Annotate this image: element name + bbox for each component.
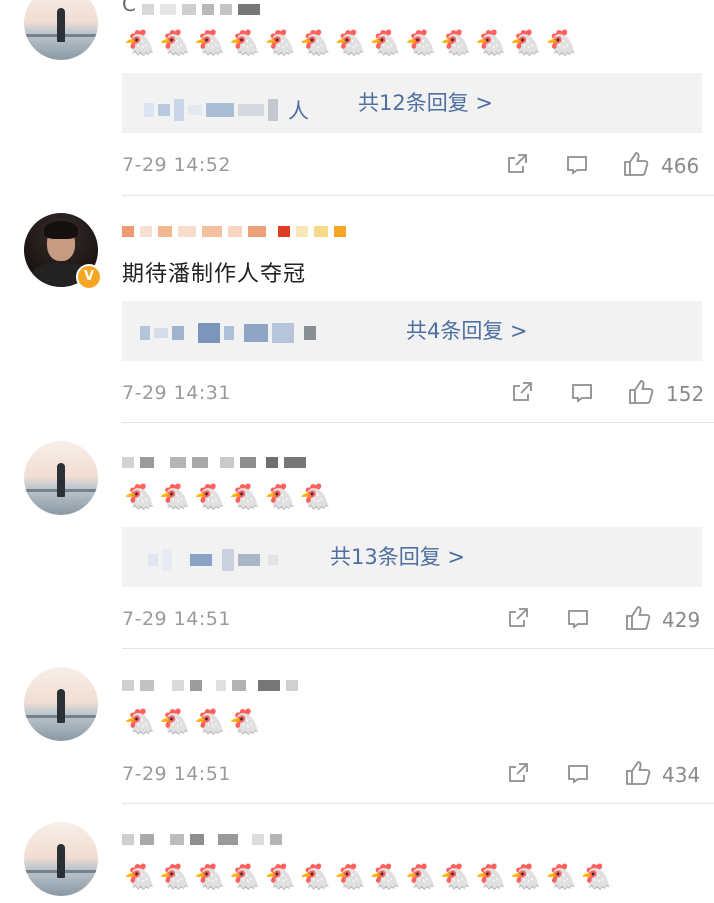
verified-badge-icon: V [76, 264, 102, 290]
timestamp: 7-29 14:52 [122, 154, 231, 176]
comment-icon[interactable] [565, 153, 589, 177]
reply-summary[interactable]: 人 共12条回复 > [122, 73, 702, 133]
divider [122, 422, 714, 423]
divider [122, 648, 714, 649]
username-blurred[interactable]: C [122, 0, 260, 18]
share-icon[interactable] [506, 606, 530, 630]
comment-icon[interactable] [566, 762, 590, 786]
like-icon[interactable] [624, 604, 652, 632]
like-icon[interactable] [624, 759, 652, 787]
like-icon[interactable] [627, 378, 655, 406]
comment-emoji-text: 🐔🐔🐔🐔 [124, 707, 265, 736]
avatar[interactable] [24, 822, 98, 896]
comment-emoji-text: 🐔🐔🐔🐔🐔🐔🐔🐔🐔🐔🐔🐔🐔🐔 [124, 862, 616, 891]
divider [122, 195, 714, 196]
timestamp: 7-29 14:51 [122, 608, 231, 630]
like-count: 466 [661, 154, 700, 178]
share-icon[interactable] [505, 152, 529, 176]
like-count: 429 [662, 608, 701, 632]
reply-summary[interactable]: 共13条回复 > [122, 527, 702, 587]
username-text: C [122, 0, 136, 16]
comment-emoji-text: 🐔🐔🐔🐔🐔🐔 [124, 482, 335, 511]
username-blurred[interactable] [122, 453, 306, 471]
reply-prefix-text: 人 [288, 99, 309, 123]
comment-text: 期待潘制作人夺冠 [122, 262, 307, 287]
username-blurred[interactable] [122, 830, 282, 848]
comment-icon[interactable] [570, 381, 594, 405]
username-blurred[interactable] [122, 222, 346, 240]
like-count: 434 [662, 763, 701, 787]
view-replies-link[interactable]: 共12条回复 > [358, 87, 493, 117]
avatar[interactable] [24, 667, 98, 741]
reply-summary[interactable]: 共4条回复 > [122, 301, 702, 361]
comment-icon[interactable] [566, 607, 590, 631]
share-icon[interactable] [506, 761, 530, 785]
avatar[interactable] [24, 441, 98, 515]
share-icon[interactable] [510, 380, 534, 404]
like-icon[interactable] [622, 150, 650, 178]
username-blurred[interactable] [122, 676, 298, 694]
divider [122, 803, 714, 804]
comment-emoji-text: 🐔🐔🐔🐔🐔🐔🐔🐔🐔🐔🐔🐔🐔 [124, 28, 581, 57]
view-replies-link[interactable]: 共4条回复 > [406, 315, 528, 345]
timestamp: 7-29 14:51 [122, 763, 231, 785]
avatar[interactable] [24, 0, 98, 60]
view-replies-link[interactable]: 共13条回复 > [330, 541, 465, 571]
like-count: 152 [666, 382, 705, 406]
timestamp: 7-29 14:31 [122, 382, 231, 404]
